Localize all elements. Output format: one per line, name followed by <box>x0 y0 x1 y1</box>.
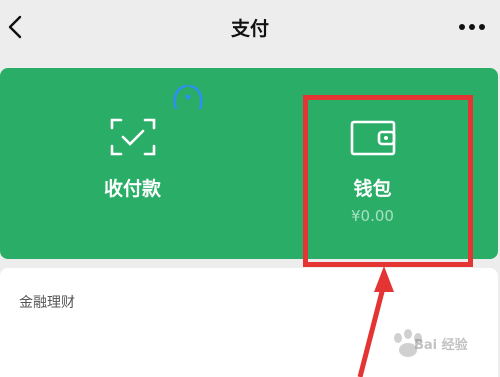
navigation-bar: 支付 <box>0 0 500 58</box>
section-title: 金融理财 <box>19 295 75 311</box>
watermark-text: Bai 经验 <box>414 338 468 353</box>
page-title: 支付 <box>230 18 269 40</box>
more-dots-icon <box>459 24 485 30</box>
credit-card-icon[interactable] <box>44 88 80 109</box>
more-button[interactable] <box>452 14 492 40</box>
receive-pay-label: 收付款 <box>103 178 161 200</box>
scan-check-icon <box>110 118 155 156</box>
wallet-highlight-box <box>303 95 473 267</box>
wealth-icon[interactable] <box>168 84 208 109</box>
